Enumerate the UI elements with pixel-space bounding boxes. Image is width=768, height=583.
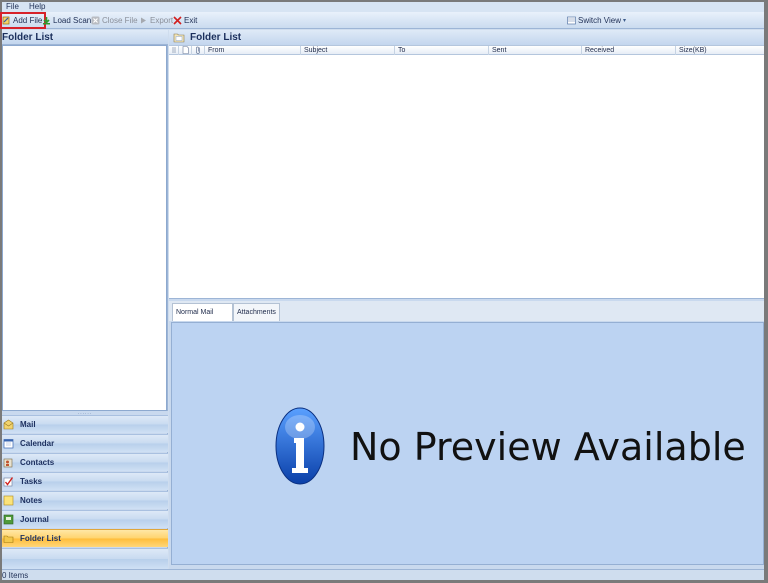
mail-icon — [3, 419, 14, 430]
folder-tree[interactable] — [2, 45, 167, 411]
nav-item-mail[interactable]: Mail — [2, 415, 168, 433]
tab-normal-mail-view[interactable]: Normal Mail View — [172, 303, 233, 334]
column-from[interactable]: From — [205, 46, 301, 55]
export-button[interactable]: Export — [139, 14, 173, 27]
menu-help[interactable]: Help — [29, 2, 45, 11]
nav-item-journal[interactable]: Journal — [2, 510, 168, 528]
message-list[interactable] — [169, 55, 764, 299]
column-received[interactable]: Received — [582, 46, 676, 55]
load-scan-label: Load Scan — [53, 16, 92, 25]
no-preview-message: No Preview Available — [350, 425, 746, 469]
close-file-icon — [91, 16, 100, 25]
switch-view-icon — [567, 16, 576, 25]
attachment-column[interactable] — [192, 46, 205, 55]
column-to[interactable]: To — [395, 46, 489, 55]
left-pane-title: Folder List — [2, 30, 168, 45]
menu-file[interactable]: File — [6, 2, 19, 11]
exit-button[interactable]: Exit — [173, 14, 197, 27]
switch-view-button[interactable]: Switch View ▾ — [567, 14, 626, 27]
contacts-icon — [3, 457, 14, 468]
nav-item-folder-list[interactable]: Folder List — [2, 529, 168, 547]
export-label: Export — [150, 16, 174, 25]
importance-column[interactable] — [169, 46, 179, 55]
attachment-icon — [196, 46, 200, 54]
toolbar: Add File Load Scan Close File Export Exi… — [0, 12, 764, 29]
switch-view-label: Switch View — [578, 16, 621, 25]
exit-icon — [173, 16, 182, 25]
tab-attachments[interactable]: Attachments — [233, 303, 280, 321]
preview-tabs: Normal Mail View Attachments — [169, 301, 764, 334]
exit-label: Exit — [184, 16, 198, 25]
preview-pane: No Preview Available — [171, 322, 764, 565]
nav-item-calendar[interactable]: Calendar — [2, 434, 168, 452]
right-pane: Folder List From Subject To Sent Receive… — [169, 30, 764, 569]
nav-item-contacts[interactable]: Contacts — [2, 453, 168, 471]
item-count: 0 Items — [2, 571, 29, 580]
calendar-icon — [3, 438, 14, 449]
tasks-icon — [3, 476, 14, 487]
folder-list-header: Folder List — [169, 30, 764, 45]
export-icon — [139, 16, 148, 25]
column-sent[interactable]: Sent — [489, 46, 582, 55]
importance-icon — [172, 47, 176, 53]
notes-icon — [3, 495, 14, 506]
journal-icon — [3, 514, 14, 525]
left-pane: Folder List ...... Mail Calendar Contact… — [2, 30, 168, 569]
load-scan-button[interactable]: Load Scan — [42, 14, 91, 27]
icon-column[interactable] — [179, 46, 192, 55]
app-window: File Help Add File Load Scan Close File — [0, 2, 764, 580]
add-file-button[interactable]: Add File — [0, 12, 47, 29]
document-icon — [182, 46, 189, 54]
nav-item-tasks[interactable]: Tasks — [2, 472, 168, 490]
folder-list-title: Folder List — [190, 32, 242, 43]
chevron-down-icon: ▾ — [622, 18, 626, 24]
column-size[interactable]: Size(KB) — [676, 46, 764, 55]
folder-icon — [3, 533, 14, 544]
close-file-button[interactable]: Close File — [91, 14, 138, 27]
info-icon — [275, 407, 325, 485]
menu-bar: File Help — [2, 2, 764, 12]
add-file-label: Add File — [13, 16, 43, 25]
close-file-label: Close File — [102, 16, 138, 25]
status-bar: 0 Items — [2, 569, 764, 580]
load-scan-icon — [42, 16, 51, 25]
nav-overflow-strip — [2, 548, 168, 569]
message-grid-header: From Subject To Sent Received Size(KB) — [169, 45, 764, 55]
nav-item-notes[interactable]: Notes — [2, 491, 168, 509]
column-subject[interactable]: Subject — [301, 46, 395, 55]
add-file-icon — [2, 16, 11, 25]
